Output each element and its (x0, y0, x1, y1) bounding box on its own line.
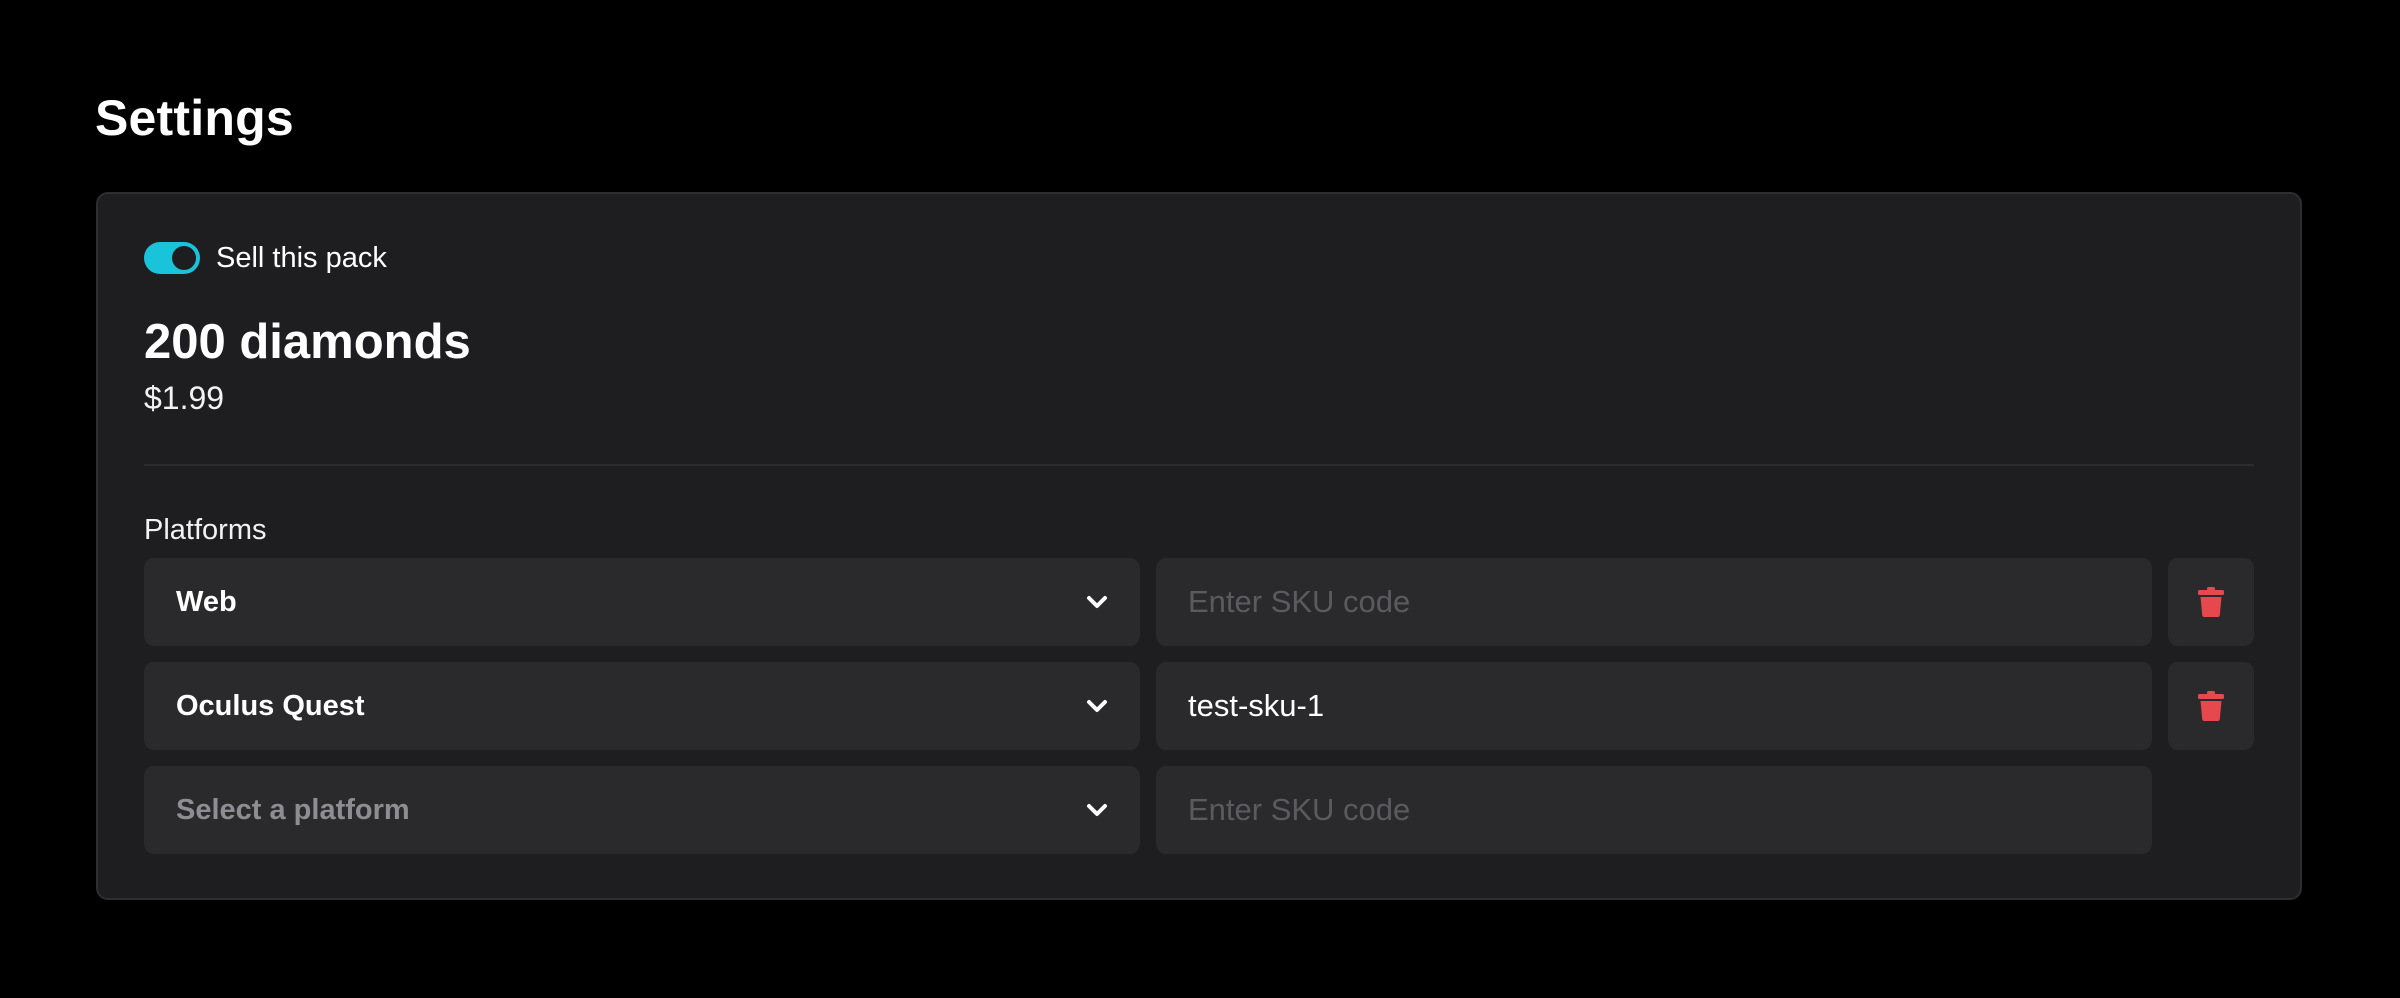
trash-icon (2198, 587, 2224, 617)
pack-settings-card: Sell this pack 200 diamonds $1.99 Platfo… (96, 192, 2302, 900)
sku-input[interactable] (1156, 558, 2152, 646)
page-title: Settings (95, 90, 294, 146)
sku-input[interactable] (1156, 662, 2152, 750)
pack-name: 200 diamonds (144, 315, 471, 369)
platform-select-placeholder: Select a platform (176, 793, 410, 826)
platform-row: Oculus Quest (144, 662, 2254, 750)
chevron-down-icon (1087, 700, 1107, 712)
sku-input[interactable] (1156, 766, 2152, 854)
sell-pack-toggle-row: Sell this pack (144, 240, 387, 276)
platforms-label: Platforms (144, 514, 267, 546)
toggle-knob (172, 246, 196, 270)
platform-row: Web (144, 558, 2254, 646)
chevron-down-icon (1087, 596, 1107, 608)
platform-select-value: Oculus Quest (176, 689, 365, 722)
platform-select[interactable]: Oculus Quest (144, 662, 1140, 750)
platform-row-new: Select a platform (144, 766, 2254, 854)
platform-select[interactable]: Web (144, 558, 1140, 646)
delete-platform-button[interactable] (2168, 662, 2254, 750)
platform-select-value: Web (176, 585, 237, 618)
platform-select[interactable]: Select a platform (144, 766, 1140, 854)
trash-icon (2198, 691, 2224, 721)
chevron-down-icon (1087, 804, 1107, 816)
sell-pack-toggle-label: Sell this pack (216, 242, 387, 274)
pack-price: $1.99 (144, 380, 225, 416)
delete-platform-button[interactable] (2168, 558, 2254, 646)
divider (144, 464, 2254, 466)
sell-pack-toggle[interactable] (144, 242, 200, 274)
